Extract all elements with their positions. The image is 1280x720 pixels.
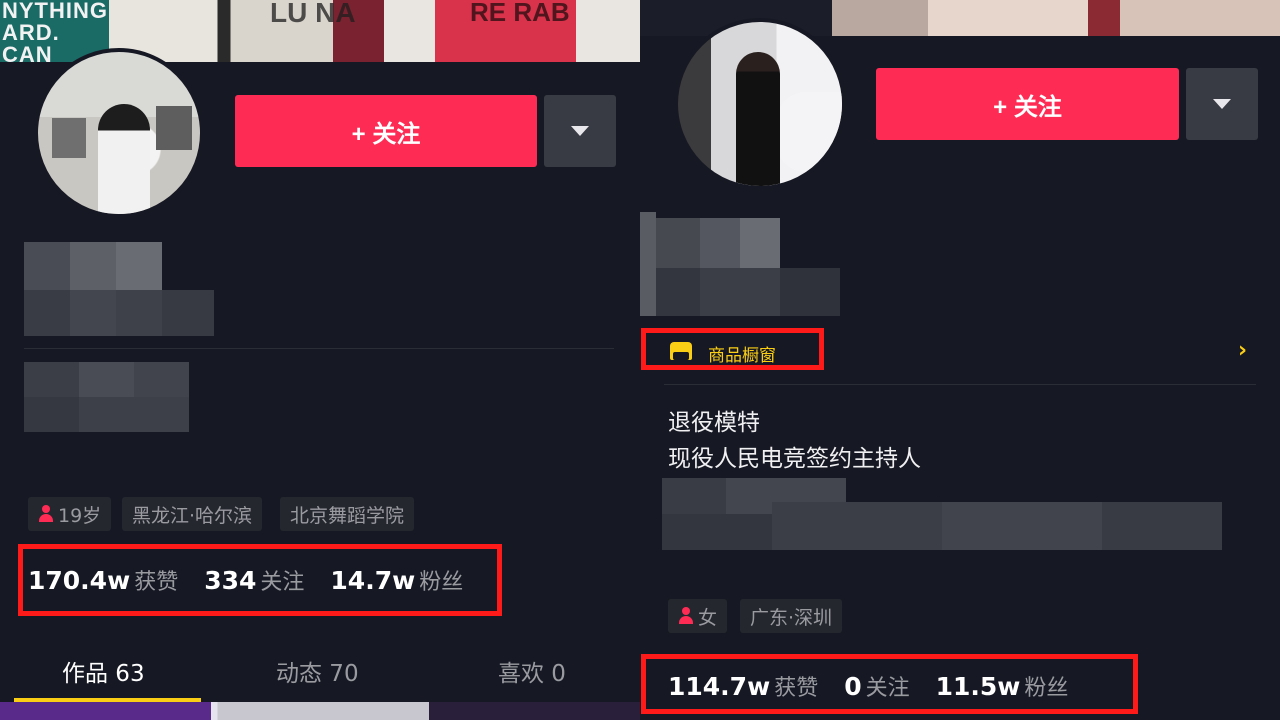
location-tag: 黑龙江·哈尔滨 xyxy=(122,497,263,531)
bio-line: 现役人民电竞签约主持人 xyxy=(668,446,921,472)
cover-poster-text-2: LU NA xyxy=(270,0,356,28)
section-divider xyxy=(664,384,1256,385)
highlight-box-stats xyxy=(18,544,502,616)
left-profile-panel: NYTHING ARD. CAN LU NA RE RAB + 关注 19岁 黑… xyxy=(0,0,640,720)
highlight-box-stats xyxy=(641,654,1138,714)
location-tag: 广东·深圳 xyxy=(740,599,843,633)
avatar-person-figure xyxy=(736,52,780,186)
bio-line: 退役模特 xyxy=(668,410,760,436)
section-divider xyxy=(24,348,614,349)
gender-tag: 女 xyxy=(668,599,728,633)
pixelated-username xyxy=(24,242,214,336)
avatar-car-shape xyxy=(776,92,842,172)
highlight-box-shop xyxy=(641,328,824,370)
avatar[interactable] xyxy=(34,48,204,218)
pixelated-bio xyxy=(662,478,1222,550)
tab-likes[interactable]: 喜欢 0 xyxy=(498,654,566,688)
video-thumbnails-row[interactable] xyxy=(0,702,640,720)
female-person-icon xyxy=(38,505,54,523)
follow-button[interactable]: + 关注 xyxy=(876,68,1179,140)
more-options-button[interactable] xyxy=(544,95,616,167)
cover-poster-text-3: RE RAB xyxy=(470,0,570,27)
avatar[interactable] xyxy=(674,18,846,190)
follow-button[interactable]: + 关注 xyxy=(235,95,537,167)
right-profile-panel: + 关注 商品橱窗 › 退役模特 现役人民电竞签约主持人 女 广东·深圳 114… xyxy=(640,0,1280,720)
avatar-background-art xyxy=(52,118,86,158)
age-tag: 19岁 xyxy=(28,497,112,531)
avatar-background-art xyxy=(156,106,192,150)
chevron-right-icon: › xyxy=(1238,338,1248,363)
chevron-down-icon xyxy=(571,126,589,136)
chevron-down-icon xyxy=(1213,99,1231,109)
avatar-person-figure xyxy=(98,104,150,214)
pixelated-bio xyxy=(24,362,189,432)
female-person-icon xyxy=(678,607,694,625)
tab-moments[interactable]: 动态 70 xyxy=(276,654,359,688)
more-options-button[interactable] xyxy=(1186,68,1258,140)
tab-works[interactable]: 作品 63 xyxy=(62,654,145,688)
pixelated-username xyxy=(640,212,840,316)
school-tag: 北京舞蹈学院 xyxy=(280,497,415,531)
